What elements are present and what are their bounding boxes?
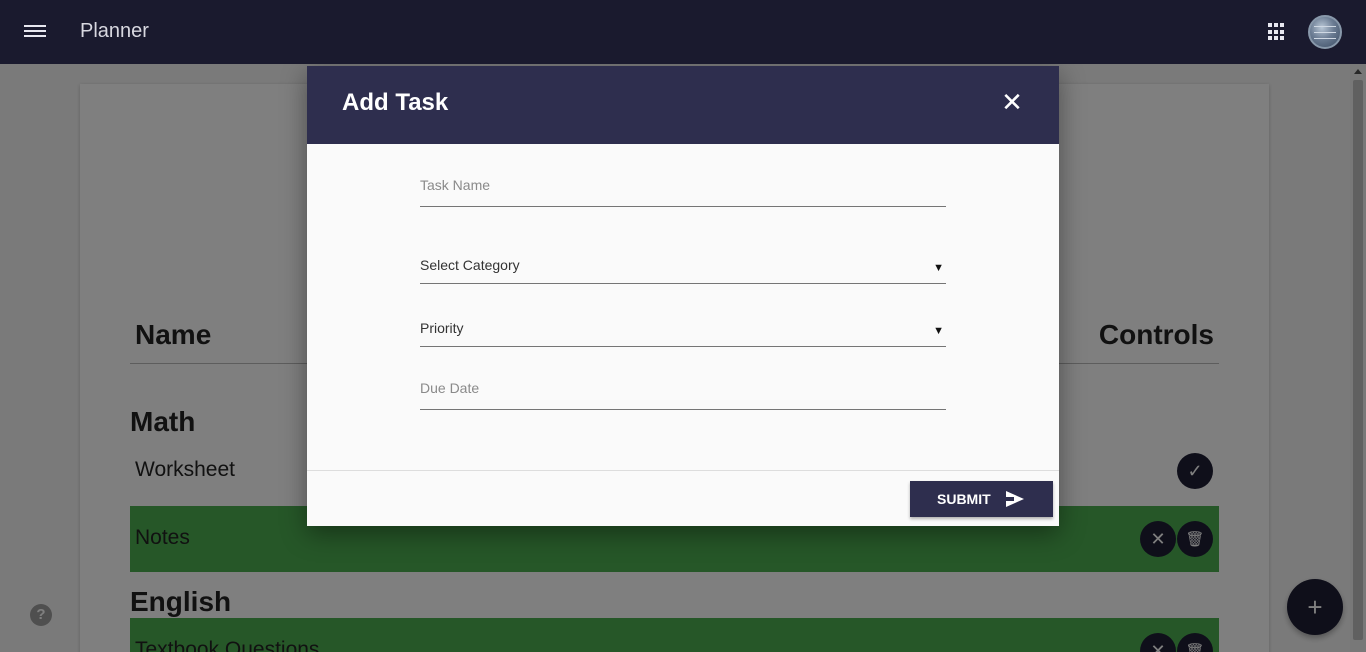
dialog-title: Add Task — [342, 89, 449, 116]
category-select[interactable]: Select Category ▼ — [420, 240, 946, 284]
task-name-input[interactable] — [420, 173, 946, 197]
menu-icon[interactable] — [24, 22, 46, 42]
dialog-header: Add Task ✕ — [307, 66, 1059, 144]
category-select-label: Select Category — [420, 257, 520, 273]
due-date-input[interactable] — [420, 376, 946, 400]
chevron-down-icon: ▼ — [933, 262, 944, 274]
task-name-field[interactable] — [420, 163, 946, 207]
apps-grid-icon[interactable] — [1268, 23, 1286, 41]
send-icon — [1006, 491, 1024, 507]
priority-select[interactable]: Priority ▼ — [420, 303, 946, 347]
avatar[interactable] — [1308, 15, 1342, 49]
due-date-field[interactable] — [420, 366, 946, 410]
chevron-down-icon: ▼ — [933, 325, 944, 337]
close-icon[interactable]: ✕ — [1001, 89, 1023, 115]
dialog-footer-divider — [307, 470, 1059, 471]
priority-select-label: Priority — [420, 320, 464, 336]
submit-button-label: SUBMIT — [937, 491, 991, 507]
submit-button[interactable]: SUBMIT — [910, 481, 1053, 517]
add-task-dialog: Add Task ✕ Select Category ▼ Priority ▼ … — [307, 66, 1059, 526]
app-bar: Planner — [0, 0, 1366, 64]
app-title: Planner — [80, 20, 149, 42]
